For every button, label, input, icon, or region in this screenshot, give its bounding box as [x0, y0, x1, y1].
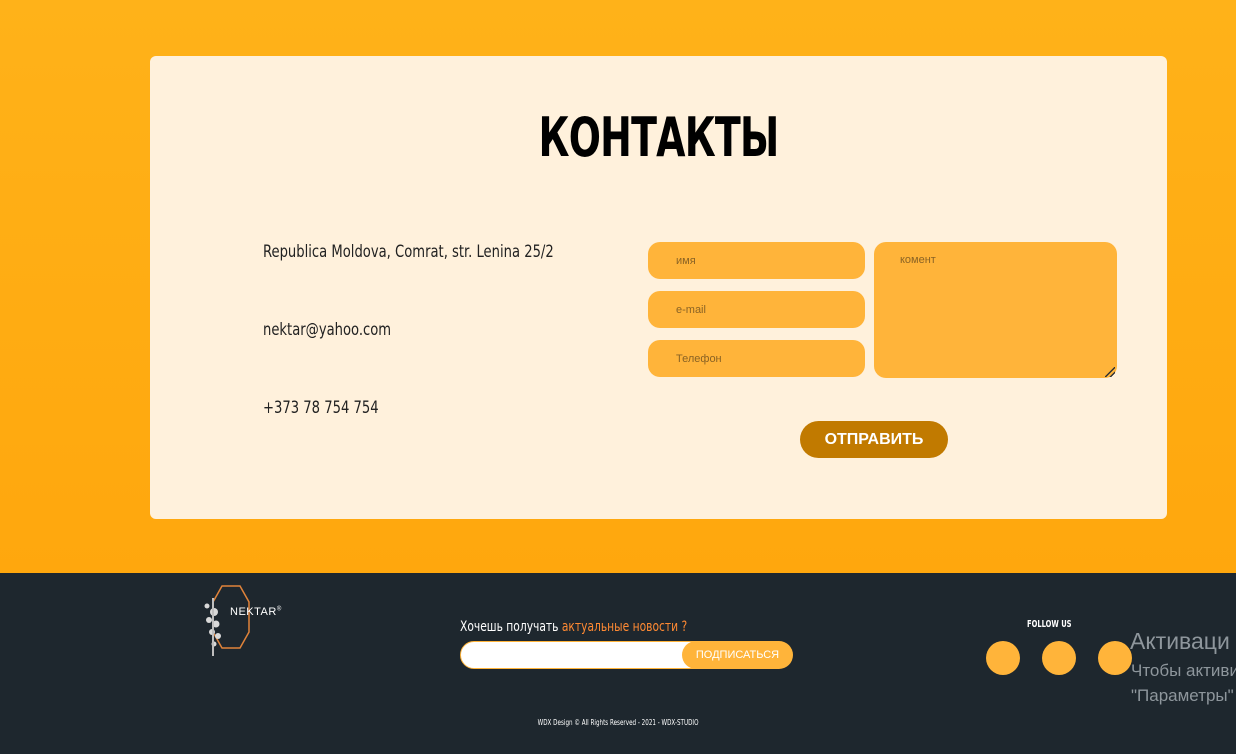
comment-textarea[interactable]: [874, 242, 1117, 378]
follow-us-label: FOLLOW US: [1027, 619, 1072, 630]
social-icon-2[interactable]: [1042, 641, 1076, 675]
resize-handle-icon[interactable]: [1105, 367, 1115, 377]
page-title: КОНТАКТЫ: [538, 106, 780, 169]
windows-activation-line2: "Параметры": [1131, 686, 1234, 705]
social-icon-3[interactable]: [1098, 641, 1132, 675]
logo-text: NEKTAR®: [230, 606, 282, 618]
copyright-text: WDX Design © All Rights Reserved - 2021 …: [537, 718, 699, 727]
windows-activation-title: Активаци: [1130, 628, 1230, 654]
name-input[interactable]: [648, 242, 865, 279]
send-button[interactable]: ОТПРАВИТЬ: [800, 421, 948, 458]
newsletter-label: Хочешь получать актуальные новости ?: [460, 619, 688, 635]
email-link[interactable]: nektar@yahoo.com: [263, 320, 391, 340]
address-text: Republica Moldova, Comrat, str. Lenina 2…: [263, 242, 554, 262]
windows-activation-line1: Чтобы активи: [1131, 661, 1236, 680]
phone-link[interactable]: +373 78 754 754: [263, 398, 379, 418]
phone-input[interactable]: [648, 340, 865, 377]
social-icon-1[interactable]: [986, 641, 1020, 675]
email-input[interactable]: [648, 291, 865, 328]
subscribe-button[interactable]: ПОДПИСАТЬСЯ: [682, 641, 793, 669]
newsletter-accent: актуальные новости ?: [561, 619, 688, 635]
nektar-logo-icon[interactable]: [192, 584, 292, 658]
